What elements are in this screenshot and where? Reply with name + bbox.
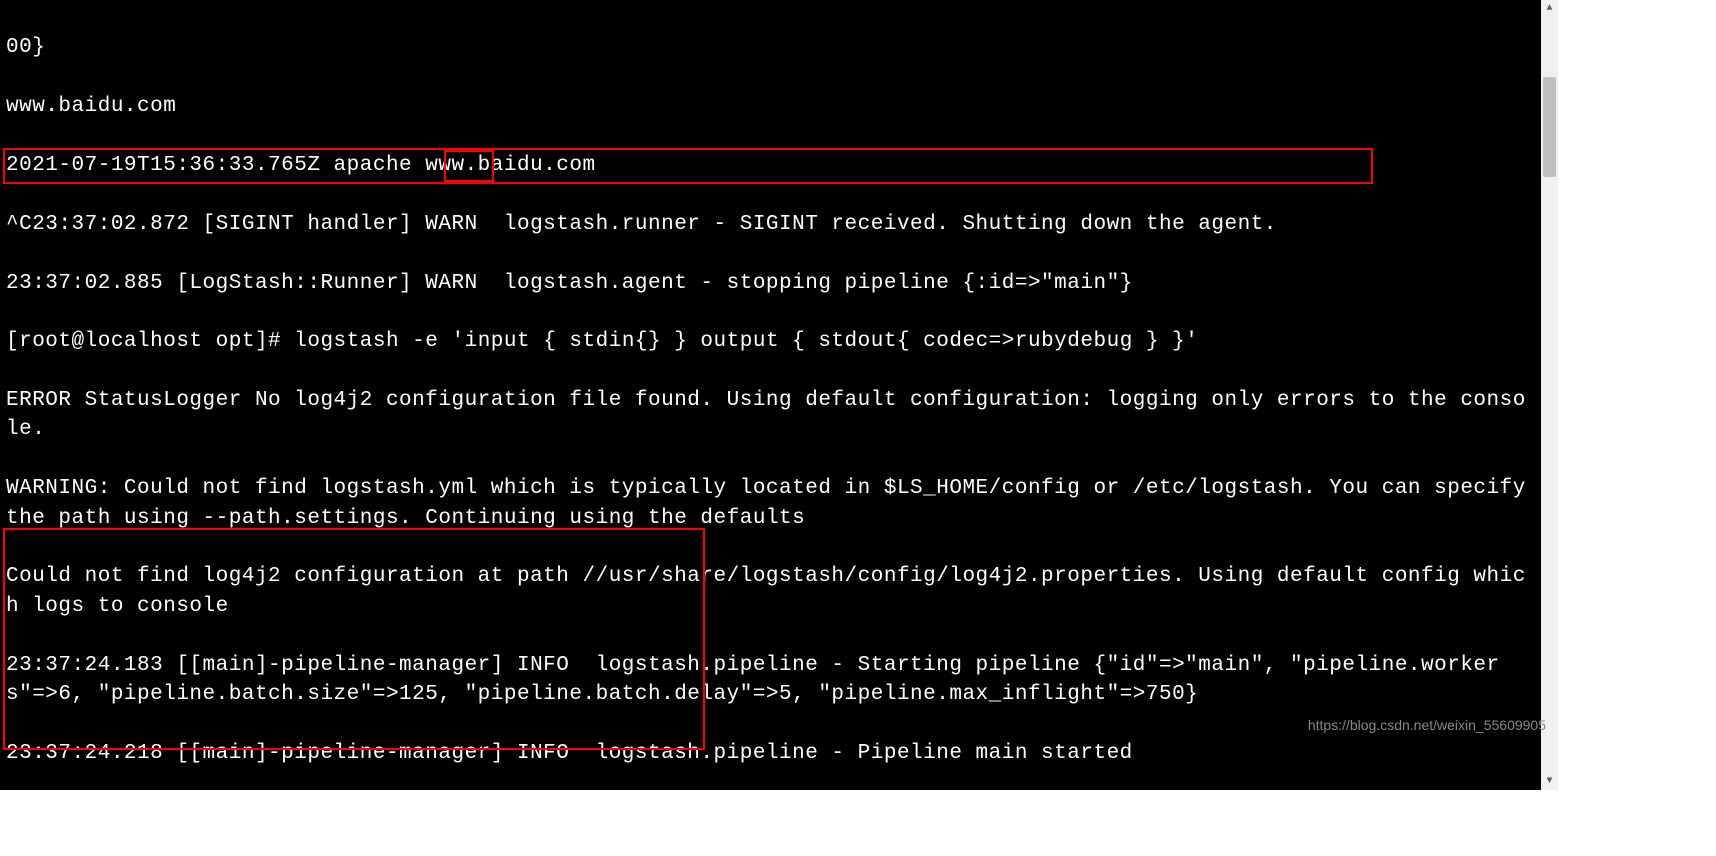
annotation-box-output	[3, 528, 705, 750]
scroll-up-arrow-icon[interactable]: ▲	[1541, 0, 1558, 17]
output-line: WARNING: Could not find logstash.yml whi…	[6, 474, 1535, 533]
command-args: 'input { stdin{} } output { stdout{ code…	[438, 330, 1198, 353]
command-text: logstash	[294, 330, 412, 353]
command-line: [root@localhost opt]# logstash -e 'input…	[6, 327, 1535, 356]
output-line: 00}	[6, 33, 1535, 62]
output-line: 23:37:02.885 [LogStash::Runner] WARN log…	[6, 269, 1535, 298]
output-line: 2021-07-19T15:36:33.765Z apache www.baid…	[6, 151, 1535, 180]
terminal-container: 00} www.baidu.com 2021-07-19T15:36:33.76…	[0, 0, 1558, 790]
output-line: www.baidu.com	[6, 92, 1535, 121]
output-line: ERROR StatusLogger No log4j2 configurati…	[6, 386, 1535, 445]
watermark-text: https://blog.csdn.net/weixin_55609905	[1308, 716, 1546, 736]
output-line: ^C23:37:02.872 [SIGINT handler] WARN log…	[6, 210, 1535, 239]
scroll-thumb[interactable]	[1543, 77, 1556, 177]
output-line: 23:37:24.218 [[main]-pipeline-manager] I…	[6, 739, 1535, 768]
command-flag: -e	[412, 330, 438, 353]
output-line: Could not find log4j2 configuration at p…	[6, 562, 1535, 621]
output-line: 23:37:24.183 [[main]-pipeline-manager] I…	[6, 651, 1535, 710]
scroll-down-arrow-icon[interactable]: ▼	[1541, 773, 1558, 790]
scroll-track[interactable]	[1541, 17, 1558, 773]
shell-prompt: [root@localhost opt]#	[6, 330, 294, 353]
vertical-scrollbar[interactable]: ▲ ▼	[1541, 0, 1558, 790]
terminal-output[interactable]: 00} www.baidu.com 2021-07-19T15:36:33.76…	[0, 0, 1541, 790]
